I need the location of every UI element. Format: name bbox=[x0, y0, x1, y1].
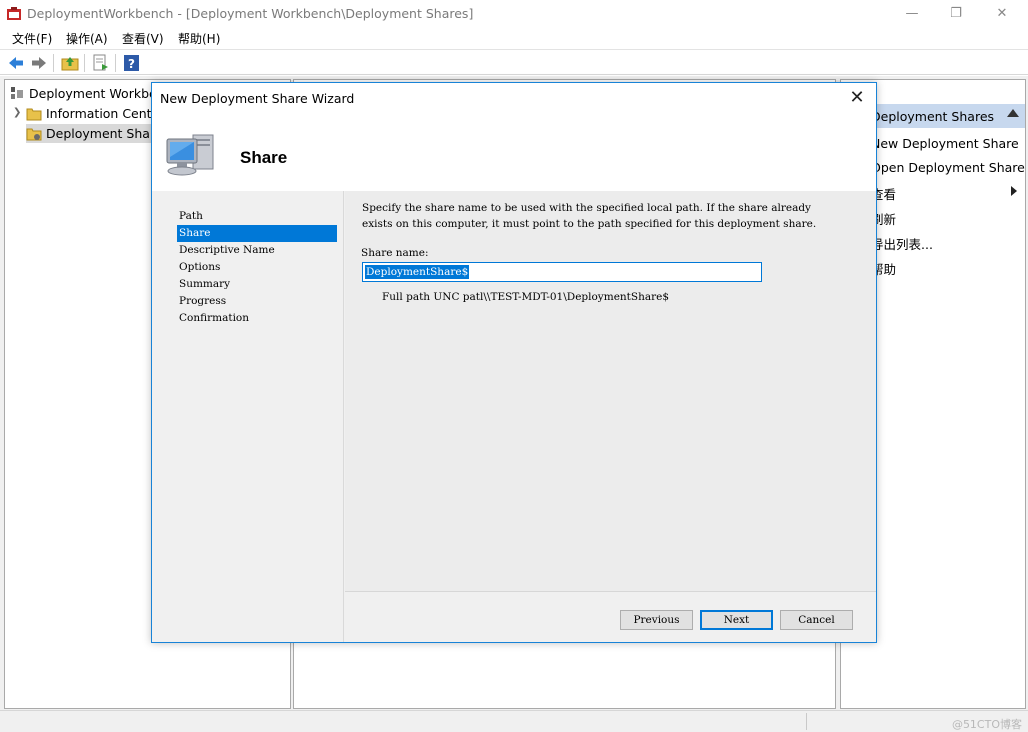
next-button[interactable]: Next bbox=[700, 610, 773, 630]
tree-item-label: Information Center bbox=[46, 106, 165, 121]
toolbar: ? bbox=[0, 49, 1028, 75]
forward-arrow-icon[interactable] bbox=[30, 54, 48, 72]
dialog-body: Path Share Descriptive Name Options Summ… bbox=[152, 191, 876, 642]
collapse-up-icon[interactable] bbox=[1007, 109, 1019, 117]
dialog-close-button[interactable]: ✕ bbox=[844, 86, 870, 110]
page-heading: Share bbox=[240, 148, 288, 167]
share-panel: Specify the share name to be used with t… bbox=[345, 191, 876, 591]
dialog-header: Share bbox=[152, 115, 876, 191]
previous-button-label: Previous bbox=[633, 614, 680, 626]
menu-file[interactable]: 文件(F) bbox=[12, 30, 52, 47]
step-progress[interactable]: Progress bbox=[177, 293, 337, 310]
toolbar-separator bbox=[84, 54, 85, 72]
menu-view[interactable]: 查看(V) bbox=[122, 30, 164, 47]
share-name-label: Share name: bbox=[361, 247, 429, 259]
status-divider bbox=[806, 713, 807, 730]
cancel-button-label: Cancel bbox=[798, 614, 835, 626]
step-descriptive-name[interactable]: Descriptive Name bbox=[177, 242, 337, 259]
workbench-app-icon bbox=[7, 7, 21, 20]
toolbar-separator bbox=[115, 54, 116, 72]
toolbar-separator bbox=[53, 54, 54, 72]
close-button[interactable]: ✕ bbox=[988, 4, 1016, 24]
chevron-right-icon[interactable]: ❯ bbox=[13, 107, 21, 118]
share-folder-icon bbox=[26, 128, 42, 141]
wizard-button-bar: Previous Next Cancel bbox=[345, 591, 876, 642]
menu-action[interactable]: 操作(A) bbox=[66, 30, 108, 47]
minimize-button[interactable]: — bbox=[898, 4, 926, 24]
window-title: DeploymentWorkbench - [Deployment Workbe… bbox=[27, 6, 474, 21]
share-name-value[interactable]: DeploymentShare$ bbox=[365, 265, 470, 279]
previous-button[interactable]: Previous bbox=[620, 610, 693, 630]
up-folder-icon[interactable] bbox=[61, 54, 79, 72]
restore-button[interactable]: ❐ bbox=[942, 4, 970, 24]
menu-bar: 文件(F) 操作(A) 查看(V) 帮助(H) bbox=[0, 28, 1028, 48]
action-open-deployment-share[interactable]: Open Deployment Share bbox=[871, 160, 1025, 175]
folder-icon bbox=[26, 108, 42, 121]
watermark: @51CTO博客 bbox=[951, 718, 1022, 731]
dialog-title: New Deployment Share Wizard bbox=[160, 91, 355, 106]
unc-path-text: Full path UNC patl\\TEST-MDT-01\Deployme… bbox=[382, 291, 670, 303]
svg-text:?: ? bbox=[128, 57, 135, 71]
next-button-label: Next bbox=[723, 614, 750, 626]
submenu-arrow-icon bbox=[1011, 186, 1017, 196]
export-list-icon[interactable] bbox=[92, 54, 110, 72]
step-options[interactable]: Options bbox=[177, 259, 337, 276]
step-summary[interactable]: Summary bbox=[177, 276, 337, 293]
help-icon[interactable]: ? bbox=[123, 54, 141, 72]
wizard-steps: Path Share Descriptive Name Options Summ… bbox=[152, 191, 344, 642]
menu-help[interactable]: 帮助(H) bbox=[178, 30, 220, 47]
tree-item-deployment-shares[interactable]: Deployment Shares bbox=[26, 124, 169, 143]
share-description: Specify the share name to be used with t… bbox=[362, 202, 817, 230]
computer-icon bbox=[166, 134, 214, 176]
actions-header-label: Deployment Shares bbox=[871, 109, 995, 124]
step-confirmation[interactable]: Confirmation bbox=[177, 310, 337, 327]
share-name-input[interactable]: DeploymentShare$ bbox=[362, 262, 762, 282]
step-share[interactable]: Share bbox=[177, 225, 337, 242]
action-export-list[interactable]: 导出列表... bbox=[871, 234, 933, 253]
action-new-deployment-share[interactable]: New Deployment Share bbox=[871, 136, 1019, 151]
title-bar: DeploymentWorkbench - [Deployment Workbe… bbox=[0, 0, 1028, 28]
new-deployment-share-wizard: New Deployment Share Wizard ✕ Share Path… bbox=[151, 82, 877, 643]
back-arrow-icon[interactable] bbox=[7, 54, 25, 72]
workbench-tree-icon bbox=[11, 87, 23, 99]
cancel-button[interactable]: Cancel bbox=[780, 610, 853, 630]
step-path[interactable]: Path bbox=[177, 208, 337, 225]
status-bar: @51CTO博客 bbox=[0, 710, 1028, 732]
